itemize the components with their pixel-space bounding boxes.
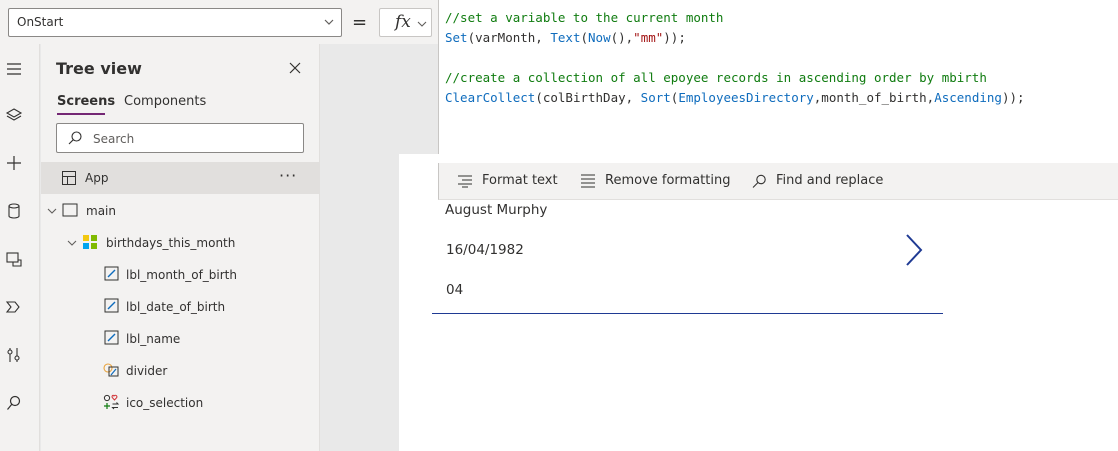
close-icon[interactable] (287, 60, 303, 76)
formula-token: )); (1001, 90, 1025, 105)
formula-token: Text (550, 30, 581, 45)
chevron-down-icon[interactable] (67, 238, 77, 248)
gallery-date-label[interactable]: 16/04/1982 (446, 242, 524, 258)
formula-token: Ascending (934, 90, 1002, 105)
gallery-icon (83, 235, 97, 249)
label-icon (104, 330, 119, 345)
tree-view-title: Tree view (56, 59, 142, 78)
formula-token: ClearCollect (445, 90, 536, 105)
formula-token: )); (663, 30, 686, 45)
plus-icon[interactable] (5, 154, 23, 172)
tree-item-app-label: App (85, 171, 109, 185)
screen-icon (62, 203, 78, 217)
formula-token: Set (445, 30, 468, 45)
formula-token: //create a collection of all epoyee reco… (445, 70, 987, 85)
hamburger-menu-icon[interactable] (5, 60, 23, 78)
find-replace-label: Find and replace (776, 173, 884, 188)
search-placeholder: Search (93, 132, 135, 146)
gallery-divider (432, 313, 943, 314)
chevron-down-icon (324, 19, 334, 25)
tree-search-input[interactable]: Search (56, 123, 304, 153)
tree-item-label: lbl_date_of_birth (126, 300, 226, 314)
layers-icon[interactable] (5, 106, 23, 124)
tree-item-label: ico_selection (126, 396, 204, 410)
property-dropdown[interactable]: OnStart (8, 8, 342, 37)
tree-item-lbl-month-of-birth[interactable]: lbl_month_of_birth (41, 264, 320, 286)
tree-item-ico-selection[interactable]: ico_selection (41, 392, 320, 414)
tree-item-divider[interactable]: divider (41, 360, 320, 382)
formula-token: EmployeesDirectory (678, 90, 814, 105)
property-dropdown-value: OnStart (17, 15, 64, 29)
formula-token: (varMonth, (467, 30, 551, 45)
app-icon (62, 171, 76, 185)
chevron-right-icon[interactable] (903, 233, 925, 267)
media-icon[interactable] (5, 250, 23, 268)
formula-token: ( (580, 30, 589, 45)
power-automate-icon[interactable] (5, 298, 23, 316)
label-icon (104, 298, 119, 313)
tree-item-main[interactable]: main (41, 200, 320, 222)
tree-item-label: lbl_month_of_birth (126, 268, 237, 282)
search-icon[interactable] (5, 394, 23, 412)
formula-token: (colBirthDay, (535, 90, 641, 105)
remove-formatting-label: Remove formatting (605, 173, 731, 188)
format-toolbar: Format text Remove formatting Find and r… (438, 163, 1118, 200)
tree-item-lbl-name[interactable]: lbl_name (41, 328, 320, 350)
tree-item-gallery[interactable]: birthdays_this_month (41, 232, 320, 254)
fx-button[interactable]: fx (379, 8, 432, 37)
formula-token: //set a variable to the current month (445, 10, 724, 25)
formula-line[interactable]: Set(varMonth, Text(Now(),"mm")); (445, 28, 1118, 48)
search-icon (752, 174, 766, 188)
formula-token: ,month_of_birth, (813, 90, 935, 105)
more-options-icon[interactable]: ··· (279, 166, 297, 185)
formula-token: "mm" (633, 30, 664, 45)
formula-line[interactable] (445, 48, 1118, 68)
formula-token: Now (588, 30, 611, 45)
database-icon[interactable] (5, 202, 23, 220)
tab-screens[interactable]: Screens (57, 94, 115, 109)
formula-editor[interactable]: //set a variable to the current month Set… (438, 0, 1118, 163)
formula-line[interactable]: //set a variable to the current month (445, 8, 1118, 28)
tree-item-label: lbl_name (126, 332, 181, 346)
tree-item-label: divider (126, 364, 168, 378)
shape-icon (103, 363, 119, 377)
tree-item-app[interactable]: App ··· (41, 162, 320, 194)
formula-token: (), (610, 30, 634, 45)
chevron-down-icon[interactable] (47, 206, 57, 216)
advanced-tools-icon[interactable] (5, 346, 23, 364)
tree-view-panel: Tree view Screens Components Search App … (41, 44, 320, 451)
label-icon (104, 266, 119, 281)
fx-icon: fx (395, 12, 411, 32)
left-rail (0, 44, 40, 451)
formula-token: Sort (640, 90, 671, 105)
icon-control-icon (103, 394, 120, 410)
tree-item-main-label: main (86, 204, 116, 218)
format-text-label: Format text (482, 173, 558, 188)
tree-item-lbl-date-of-birth[interactable]: lbl_date_of_birth (41, 296, 320, 318)
formula-line[interactable]: //create a collection of all epoyee reco… (445, 68, 1118, 88)
tree-item-gallery-label: birthdays_this_month (106, 236, 236, 250)
equals-sign: = (352, 12, 368, 33)
tab-components[interactable]: Components (124, 94, 206, 109)
format-text-icon (458, 175, 472, 188)
gallery-month-label[interactable]: 04 (446, 282, 463, 298)
search-icon (68, 131, 82, 145)
gallery-name-label[interactable]: August Murphy (445, 202, 547, 218)
remove-formatting-icon (581, 174, 595, 188)
formula-line[interactable]: ClearCollect(colBirthDay, Sort(Employees… (445, 88, 1118, 108)
chevron-down-icon (417, 21, 427, 27)
active-tab-indicator (57, 113, 105, 115)
